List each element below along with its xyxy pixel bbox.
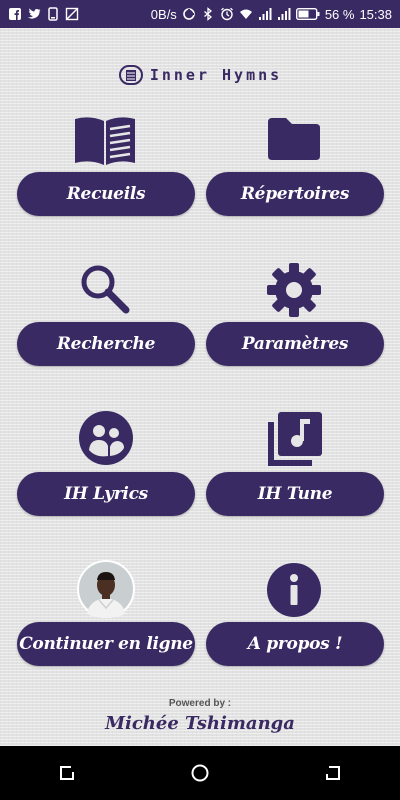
status-left [8, 7, 79, 21]
recueils-button[interactable]: Recueils [17, 172, 195, 216]
home-button[interactable] [180, 753, 220, 793]
parametres-button[interactable]: Paramètres [206, 322, 384, 366]
gear-icon[interactable] [266, 262, 322, 318]
info-icon[interactable] [266, 562, 322, 618]
recent-apps-icon [59, 766, 74, 780]
network-speed: 0B/s [150, 6, 177, 22]
alarm-icon [220, 7, 233, 21]
signal-icon [258, 8, 272, 20]
parametres-label: Paramètres [241, 334, 349, 354]
continuer-en-ligne-button[interactable]: Continuer en ligne [17, 622, 195, 666]
app-title: Inner Hymns [149, 66, 283, 84]
recherche-label: Recherche [56, 334, 156, 354]
battery-icon [295, 8, 320, 20]
author-name: Michée Tshimanga [105, 713, 295, 734]
avatar[interactable] [77, 560, 135, 618]
group-icon[interactable] [78, 410, 134, 466]
status-right: 0B/s 56 % 15:38 [151, 7, 392, 22]
ih-tune-label: IH Tune [257, 484, 333, 504]
battery-percent: 56 % [324, 6, 355, 22]
a-propos-button[interactable]: A propos ! [206, 622, 384, 666]
home-icon [191, 764, 209, 782]
back-icon [326, 766, 341, 780]
recherche-button[interactable]: Recherche [17, 322, 195, 366]
no-sim-icon [65, 7, 79, 21]
navigation-bar [0, 746, 400, 800]
facebook-icon [9, 8, 21, 20]
data-saver-icon [183, 8, 195, 20]
status-bar: 0B/s 56 % 15:38 [0, 0, 400, 28]
powered-by-label: Powered by : [168, 698, 232, 709]
recueils-label: Recueils [66, 184, 146, 204]
open-book-icon[interactable] [72, 115, 138, 167]
signal-icon [277, 8, 291, 20]
search-icon[interactable] [78, 262, 132, 316]
clock: 15:38 [359, 6, 392, 22]
folder-icon[interactable] [266, 116, 322, 162]
ih-lyrics-button[interactable]: IH Lyrics [17, 472, 195, 516]
wifi-icon [239, 9, 252, 19]
phone-icon [48, 7, 58, 21]
twitter-icon [28, 8, 41, 19]
continuer-en-ligne-label: Continuer en ligne [19, 634, 193, 654]
repertoires-label: Répertoires [240, 184, 350, 204]
ih-lyrics-label: IH Lyrics [64, 484, 148, 504]
music-library-icon[interactable] [266, 410, 324, 468]
recent-apps-button[interactable] [47, 753, 87, 793]
hymn-logo-icon [118, 65, 143, 85]
repertoires-button[interactable]: Répertoires [206, 172, 384, 216]
bluetooth-icon [203, 7, 212, 21]
app-logo: Inner Hymns [0, 62, 400, 88]
a-propos-label: A propos ! [247, 634, 343, 654]
ih-tune-button[interactable]: IH Tune [206, 472, 384, 516]
back-button[interactable] [313, 753, 353, 793]
